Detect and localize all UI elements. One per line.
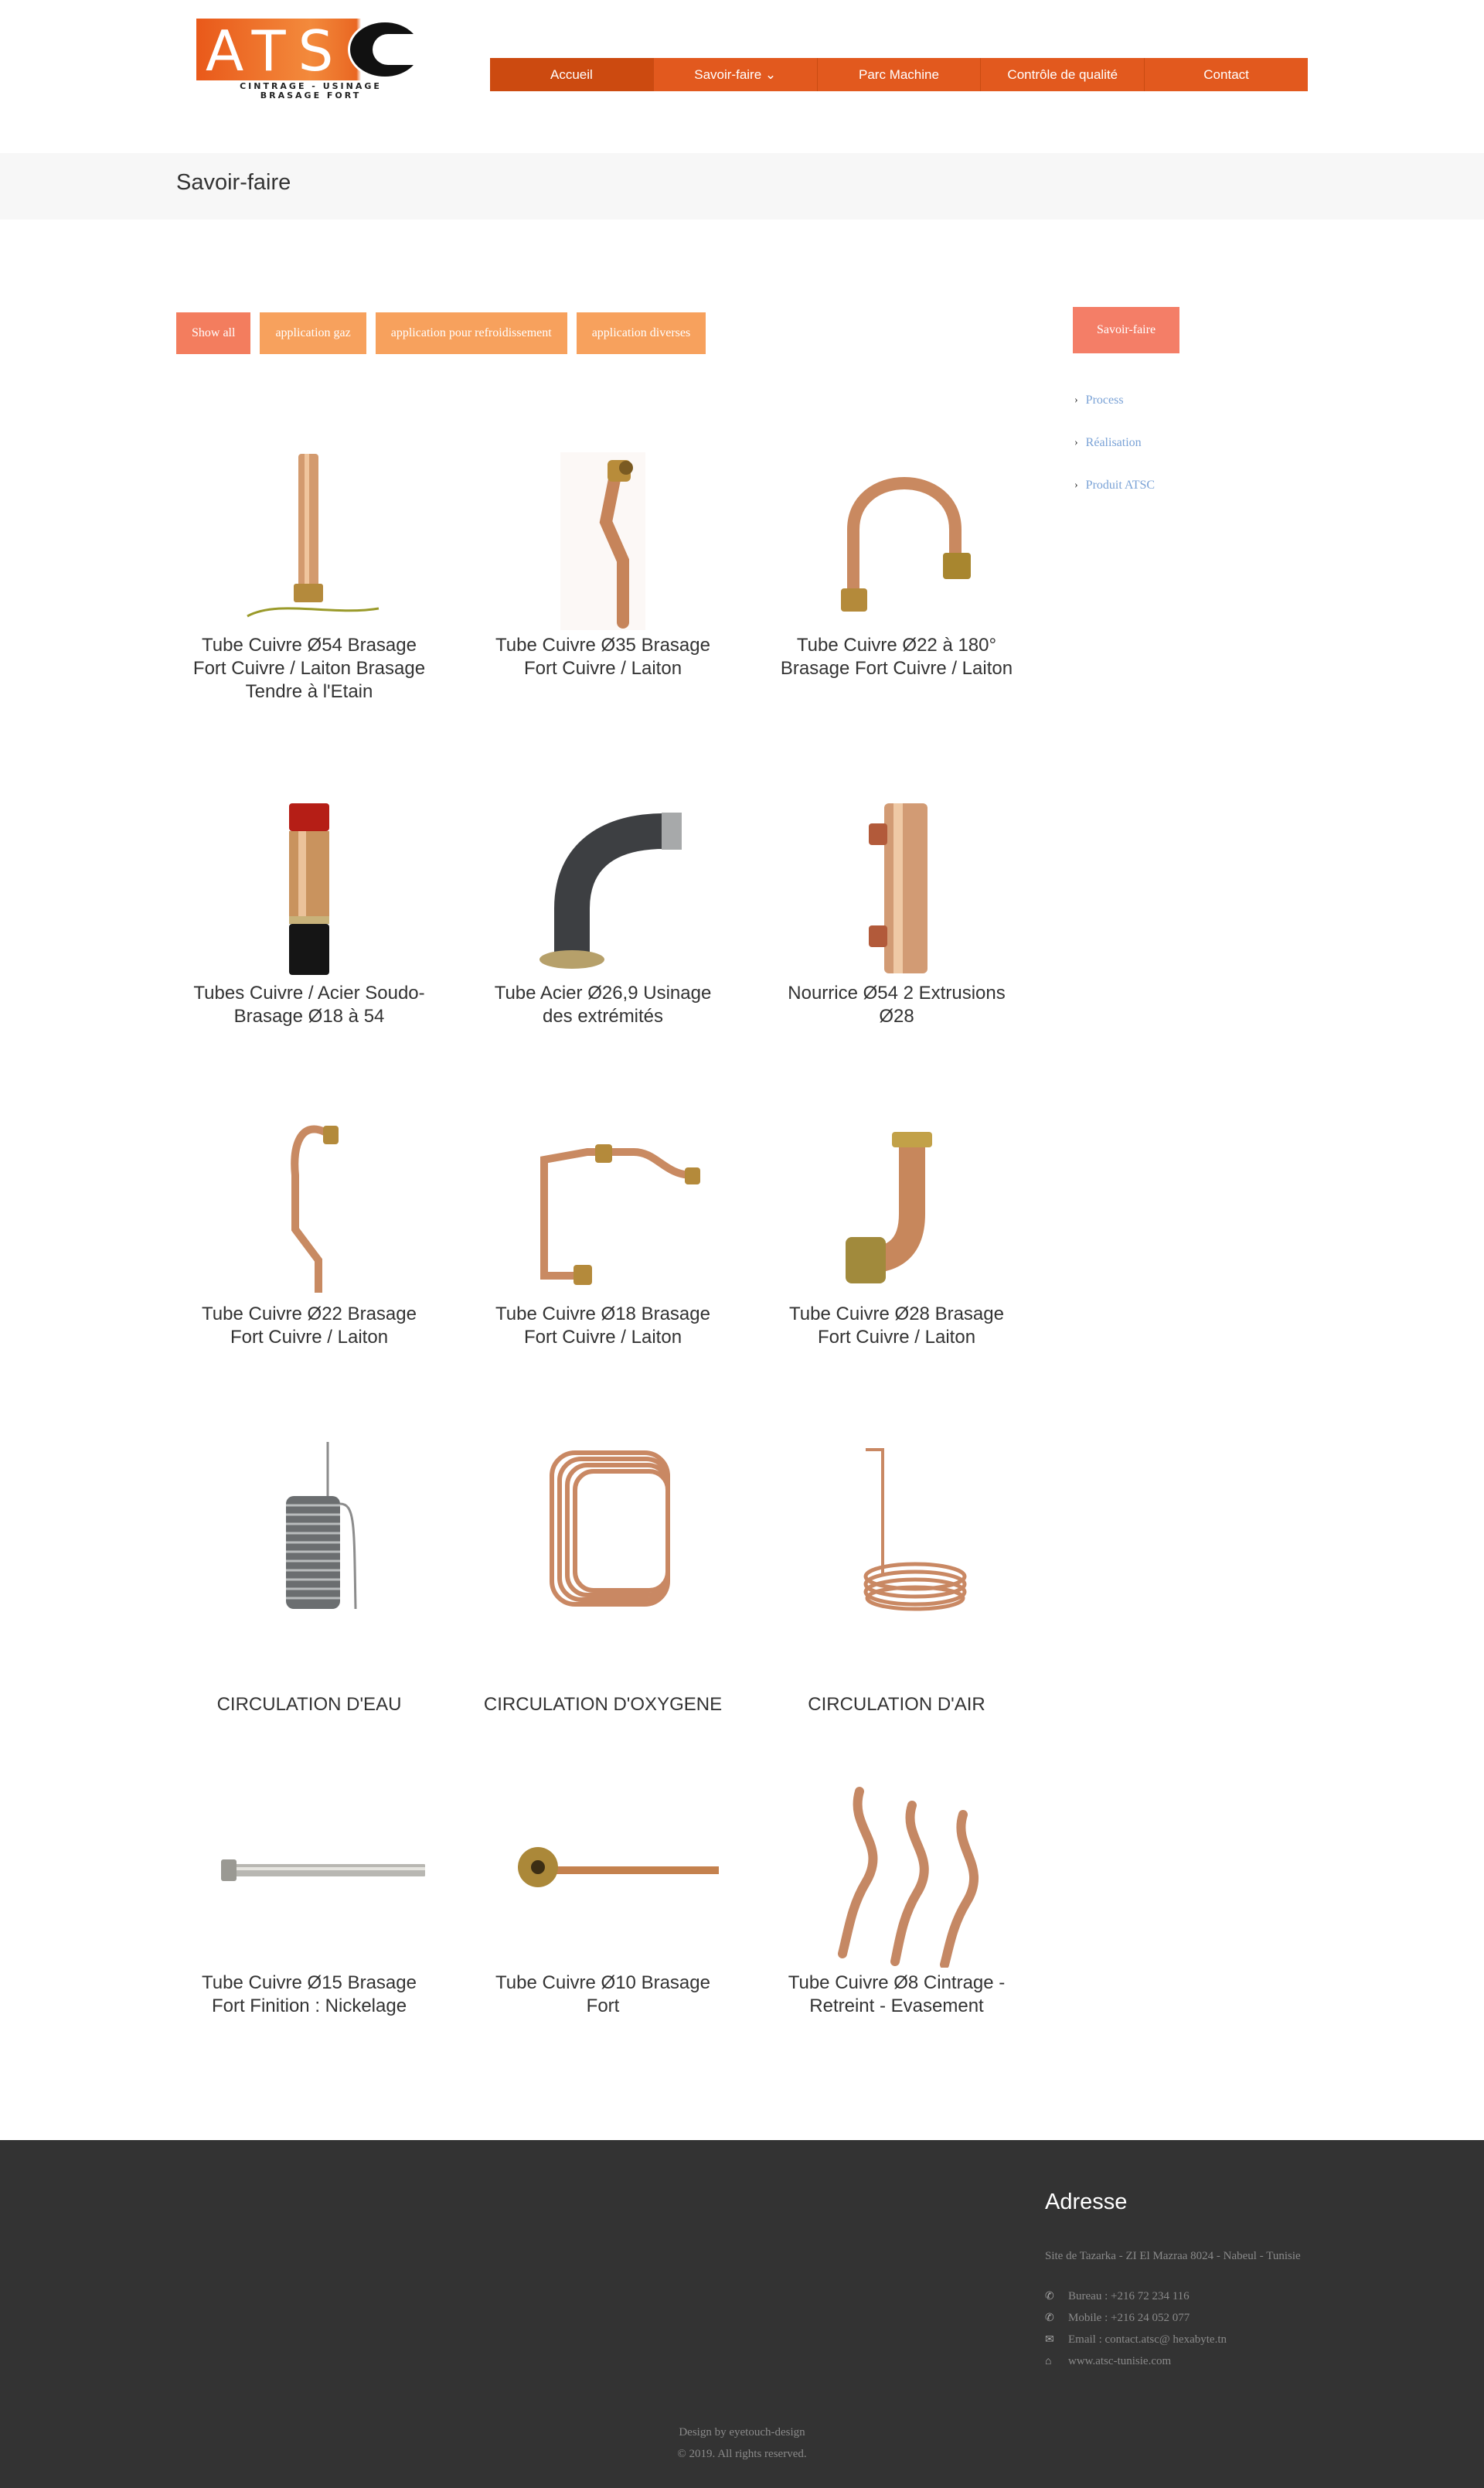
sidebar-link-label: Produit ATSC — [1085, 478, 1156, 492]
s-tube-icon — [178, 1109, 441, 1303]
footer-address: Site de Tazarka - ZI El Mazraa 8024 - Na… — [1045, 2250, 1301, 2262]
product-name: Tube Cuivre Ø18 Brasage Fort Cuivre / La… — [495, 1304, 710, 1348]
product-name: Tube Cuivre Ø22 à 180° Brasage Fort Cuiv… — [780, 635, 1013, 679]
nav-item-controle-qualite[interactable]: Contrôle de qualité — [981, 58, 1145, 91]
sidebar-link-label: Process — [1085, 393, 1124, 407]
chevron-right-icon: › — [1074, 394, 1078, 406]
footer-email[interactable]: ✉ Email : contact.atsc@ hexabyte.tn — [1045, 2333, 1227, 2347]
product-name: Tube Cuivre Ø10 Brasage Fort — [495, 1972, 710, 2016]
phone-icon: ✆ — [1045, 2291, 1054, 2302]
page-title-bar: Savoir-faire — [0, 153, 1484, 220]
page-title: Savoir-faire — [176, 170, 291, 195]
nav-item-accueil[interactable]: Accueil — [490, 58, 654, 91]
u-bend-tube-icon — [765, 441, 1028, 634]
product-card[interactable]: Tube Cuivre Ø28 Brasage Fort Cuivre / La… — [765, 1109, 1028, 1349]
logo-word: ATS — [206, 19, 346, 84]
footer-office-phone: ✆ Bureau : +216 72 234 116 — [1045, 2290, 1190, 2302]
product-card[interactable]: Tube Cuivre Ø54 Brasage Fort Cuivre / La… — [178, 441, 441, 704]
logo-c-opening — [373, 34, 427, 65]
envelope-icon: ✉ — [1045, 2334, 1054, 2346]
product-card[interactable]: CIRCULATION D'OXYGENE — [471, 1430, 734, 1716]
footer-credit[interactable]: Design by eyetouch-design — [0, 2426, 1484, 2439]
product-card[interactable]: Tube Cuivre Ø10 Brasage Fort — [471, 1778, 734, 2018]
elbow-fitting-icon — [765, 1109, 1028, 1303]
product-card[interactable]: Tube Cuivre Ø8 Cintrage - Retreint - Eva… — [765, 1778, 1028, 2018]
product-card[interactable]: Tube Cuivre Ø22 Brasage Fort Cuivre / La… — [178, 1109, 441, 1349]
nav-item-savoir-faire[interactable]: Savoir-faire ⌄ — [654, 58, 818, 91]
chevron-right-icon: › — [1074, 436, 1078, 448]
straight-tube-icon — [178, 441, 441, 634]
product-card[interactable]: Nourrice Ø54 2 Extrusions Ø28 — [765, 789, 1028, 1028]
filter-application-refroidissement[interactable]: application pour refroidissement — [375, 312, 567, 354]
product-name: Tube Acier Ø26,9 Usinage des extrémités — [494, 983, 712, 1027]
site-header: ATS CINTRAGE - USINAGE BRASAGE FORT Accu… — [0, 0, 1484, 153]
manifold-tube-icon — [765, 789, 1028, 982]
footer-copyright: © 2019. All rights reserved. — [677, 2448, 807, 2460]
sidebar-links: › Process › Réalisation › Produit ATSC — [1074, 379, 1155, 506]
sidebar-link-label: Réalisation — [1085, 435, 1142, 449]
spiral-coil-icon — [765, 1430, 1028, 1624]
nav-item-contact[interactable]: Contact — [1145, 58, 1308, 91]
phone-icon: ✆ — [1045, 2312, 1054, 2324]
sidebar-link-produit-atsc[interactable]: › Produit ATSC — [1074, 464, 1155, 506]
coil-icon — [178, 1430, 441, 1624]
chevron-right-icon: › — [1074, 479, 1078, 491]
product-card[interactable]: Tubes Cuivre / Acier Soudo-Brasage Ø18 à… — [178, 789, 441, 1028]
steel-elbow-icon — [471, 789, 734, 982]
product-name: CIRCULATION D'OXYGENE — [483, 1694, 723, 1715]
product-name: Tubes Cuivre / Acier Soudo-Brasage Ø18 à… — [193, 983, 425, 1027]
product-card[interactable]: Tube Cuivre Ø35 Brasage Fort Cuivre / La… — [471, 441, 734, 680]
frame-tube-icon — [471, 1109, 734, 1303]
product-card[interactable]: Tube Cuivre Ø22 à 180° Brasage Fort Cuiv… — [765, 441, 1028, 680]
product-name: Nourrice Ø54 2 Extrusions Ø28 — [788, 983, 1006, 1027]
product-name: CIRCULATION D'EAU — [216, 1694, 402, 1715]
filter-application-diverses[interactable]: application diverses — [576, 312, 706, 354]
footer-website[interactable]: ⌂ www.atsc-tunisie.com — [1045, 2355, 1171, 2368]
logo-tagline: CINTRAGE - USINAGE BRASAGE FORT — [240, 81, 382, 101]
sidebar-link-realisation[interactable]: › Réalisation — [1074, 421, 1155, 464]
product-name: Tube Cuivre Ø22 Brasage Fort Cuivre / La… — [202, 1304, 417, 1348]
product-card[interactable]: Tube Acier Ø26,9 Usinage des extrémités — [471, 789, 734, 1028]
home-icon: ⌂ — [1045, 2355, 1052, 2367]
nickel-tube-icon — [178, 1778, 441, 1972]
product-card[interactable]: Tube Cuivre Ø15 Brasage Fort Finition : … — [178, 1778, 441, 2018]
product-name: Tube Cuivre Ø54 Brasage Fort Cuivre / La… — [192, 635, 426, 702]
product-name: Tube Cuivre Ø8 Cintrage - Retreint - Eva… — [788, 1972, 1006, 2016]
filter-application-gaz[interactable]: application gaz — [260, 312, 366, 354]
wave-tubes-icon — [765, 1778, 1028, 1972]
bent-tube-icon — [471, 441, 734, 634]
product-name: Tube Cuivre Ø28 Brasage Fort Cuivre / La… — [789, 1304, 1004, 1348]
sidebar-link-process[interactable]: › Process — [1074, 379, 1155, 421]
footer-heading: Adresse — [1045, 2190, 1128, 2214]
sidebar-savoir-faire-button[interactable]: Savoir-faire — [1073, 307, 1179, 353]
filter-show-all[interactable]: Show all — [176, 312, 251, 354]
atsc-logo[interactable]: ATS CINTRAGE - USINAGE BRASAGE FORT — [196, 19, 427, 104]
portfolio-filters: Show all application gaz application pou… — [176, 312, 706, 354]
banjo-tube-icon — [471, 1778, 734, 1972]
product-name: CIRCULATION D'AIR — [808, 1694, 985, 1715]
loop-coil-icon — [471, 1430, 734, 1624]
product-card[interactable]: CIRCULATION D'AIR — [765, 1430, 1028, 1716]
nav-item-parc-machine[interactable]: Parc Machine — [818, 58, 982, 91]
site-footer: Adresse Site de Tazarka - ZI El Mazraa 8… — [0, 2140, 1484, 2488]
product-name: Tube Cuivre Ø15 Brasage Fort Finition : … — [202, 1972, 417, 2016]
product-card[interactable]: Tube Cuivre Ø18 Brasage Fort Cuivre / La… — [471, 1109, 734, 1349]
bimetal-tube-icon — [178, 789, 441, 982]
product-name: Tube Cuivre Ø35 Brasage Fort Cuivre / La… — [495, 635, 710, 679]
footer-mobile-phone: ✆ Mobile : +216 24 052 077 — [1045, 2312, 1190, 2324]
product-card[interactable]: CIRCULATION D'EAU — [178, 1430, 441, 1716]
main-nav: Accueil Savoir-faire ⌄ Parc Machine Cont… — [490, 58, 1308, 91]
